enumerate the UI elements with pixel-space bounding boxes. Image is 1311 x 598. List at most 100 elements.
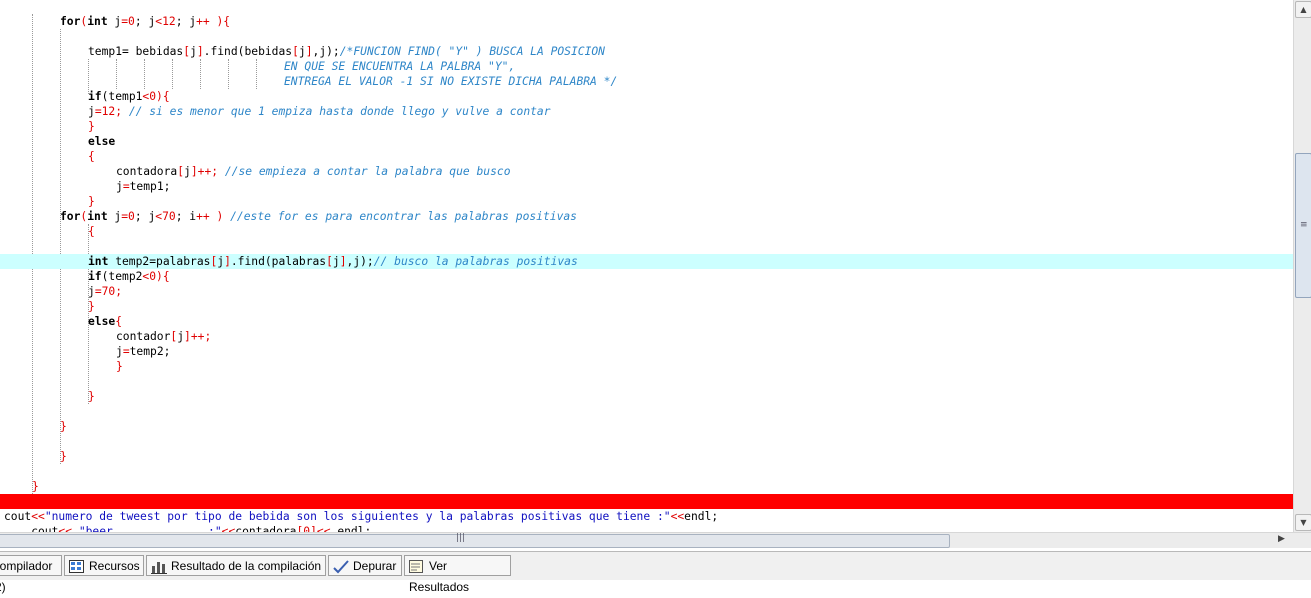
- code-token: ,j);: [312, 45, 340, 58]
- code-line[interactable]: ENTREGA EL VALOR -1 SI NO EXISTE DICHA P…: [0, 74, 1293, 89]
- code-token: }: [116, 360, 123, 373]
- code-token: (temp2: [101, 270, 143, 283]
- code-token: ++: [196, 15, 210, 28]
- code-token: }: [88, 120, 95, 133]
- code-line[interactable]: }: [0, 479, 1293, 494]
- code-line[interactable]: }: [0, 449, 1293, 464]
- code-line[interactable]: j=70;: [0, 284, 1293, 299]
- code-token: cout: [4, 525, 59, 532]
- code-line[interactable]: }: [0, 194, 1293, 209]
- code-token: j: [107, 210, 122, 223]
- code-token: // si es menor que 1 empiza hasta donde …: [128, 105, 551, 118]
- code-token: j: [88, 285, 95, 298]
- code-token: 0: [128, 210, 135, 223]
- code-token: <<: [221, 525, 236, 532]
- code-token: endl;: [337, 525, 372, 532]
- code-token: [: [326, 255, 333, 268]
- code-token: // busco la palabras positivas: [373, 255, 578, 268]
- code-line[interactable]: if(temp2<0){: [0, 269, 1293, 284]
- code-token: }: [60, 450, 67, 463]
- code-token: temp2=palabras: [108, 255, 211, 268]
- horizontal-scroll-thumb[interactable]: |||: [0, 533, 950, 548]
- code-token: int: [87, 15, 108, 28]
- resources-icon: [69, 559, 84, 573]
- code-token: j: [190, 45, 197, 58]
- code-token: 70: [101, 285, 116, 298]
- code-token: j: [116, 345, 123, 358]
- code-token: if: [88, 90, 102, 103]
- tab-label: Recursos: [89, 559, 140, 573]
- code-line[interactable]: }: [0, 419, 1293, 434]
- code-token: contadora: [235, 525, 297, 532]
- code-token: [: [183, 45, 191, 58]
- code-token: contadora: [116, 165, 178, 178]
- tab-resultado-compilacion[interactable]: Resultado de la compilación: [146, 555, 326, 576]
- code-token: ]: [339, 255, 347, 268]
- code-line[interactable]: j=temp1;: [0, 179, 1293, 194]
- scroll-down-arrow-icon[interactable]: ▼: [1295, 514, 1311, 531]
- code-line[interactable]: contadora[j]++; //se empieza a contar la…: [0, 164, 1293, 179]
- tab-ver-resultados[interactable]: Ver Resultados: [404, 555, 511, 594]
- tab-recursos[interactable]: Recursos: [64, 555, 144, 576]
- code-line[interactable]: EN QUE SE ENCUENTRA LA PALBRA "Y",: [0, 59, 1293, 74]
- code-token: j: [116, 180, 123, 193]
- code-token: }: [60, 420, 67, 433]
- code-token: 0: [128, 15, 135, 28]
- code-line[interactable]: cout<< "beer :"<<contadora[0]<< endl;: [0, 524, 1293, 532]
- code-token: ,j);: [346, 255, 374, 268]
- code-line[interactable]: }: [0, 119, 1293, 134]
- vertical-scroll-thumb[interactable]: ≡: [1295, 153, 1311, 298]
- tab-depurar[interactable]: Depurar: [328, 555, 402, 576]
- code-token: <<: [316, 525, 338, 532]
- code-token: j: [107, 15, 122, 28]
- code-line[interactable]: else{: [0, 314, 1293, 329]
- code-token: ]: [305, 45, 313, 58]
- code-token: <<: [31, 510, 45, 523]
- code-token: =: [94, 105, 102, 118]
- horizontal-scrollbar[interactable]: ||| ▶: [0, 532, 1311, 548]
- code-token: temp1= bebidas: [88, 45, 184, 58]
- code-token: ;: [115, 285, 123, 298]
- current-line[interactable]: int temp2=palabras[j].find(palabras[j],j…: [0, 254, 1293, 269]
- code-line[interactable]: temp1= bebidas[j].find(bebidas[j],j);/*F…: [0, 44, 1293, 59]
- code-line[interactable]: for(int j=0; j<12; j++ ){: [0, 14, 1293, 29]
- code-line[interactable]: j=12; // si es menor que 1 empiza hasta …: [0, 104, 1293, 119]
- code-line[interactable]: for(int j=0; j<70; i++ ) //este for es p…: [0, 209, 1293, 224]
- scroll-right-arrow-icon[interactable]: ▶: [1278, 534, 1285, 544]
- code-line[interactable]: }: [0, 299, 1293, 314]
- code-line[interactable]: j=temp2;: [0, 344, 1293, 359]
- code-line[interactable]: {: [0, 224, 1293, 239]
- code-token: temp2;: [129, 345, 171, 358]
- vertical-scrollbar[interactable]: ▲ ≡ ▼: [1293, 0, 1311, 532]
- error-line[interactable]: [0, 494, 1293, 509]
- code-token: ++: [196, 210, 210, 223]
- code-token: else: [88, 315, 116, 328]
- scroll-up-arrow-icon[interactable]: ▲: [1295, 1, 1311, 18]
- code-token: ]++;: [184, 330, 212, 343]
- code-token: j: [332, 255, 340, 268]
- code-token: "numero de tweest por tipo de bebida son…: [44, 510, 671, 523]
- code-token: {: [88, 225, 95, 238]
- code-token: ]: [224, 255, 231, 268]
- code-token: for: [60, 15, 81, 28]
- code-token: [: [292, 45, 299, 58]
- code-line[interactable]: }: [0, 359, 1293, 374]
- code-line[interactable]: cout<<"numero de tweest por tipo de bebi…: [0, 509, 1293, 524]
- tab-label: Compilador (2): [0, 559, 53, 594]
- code-token: <<: [670, 510, 685, 523]
- code-line[interactable]: {: [0, 149, 1293, 164]
- code-token: int: [87, 210, 108, 223]
- code-token: cout: [4, 510, 32, 523]
- code-token: else: [88, 135, 116, 148]
- tab-compilador[interactable]: Compilador (2): [0, 555, 62, 594]
- tab-label: Resultado de la compilación: [171, 559, 322, 573]
- code-line[interactable]: if(temp1<0){: [0, 89, 1293, 104]
- code-line[interactable]: else: [0, 134, 1293, 149]
- code-token: ; i: [175, 210, 197, 223]
- code-token: int: [88, 255, 109, 268]
- code-line[interactable]: }: [0, 389, 1293, 404]
- code-token: [: [177, 165, 185, 178]
- code-token: temp1;: [129, 180, 171, 193]
- code-line[interactable]: contador[j]++;: [0, 329, 1293, 344]
- code-editor[interactable]: for(int j=0; j<12; j++ ){temp1= bebidas[…: [0, 0, 1293, 532]
